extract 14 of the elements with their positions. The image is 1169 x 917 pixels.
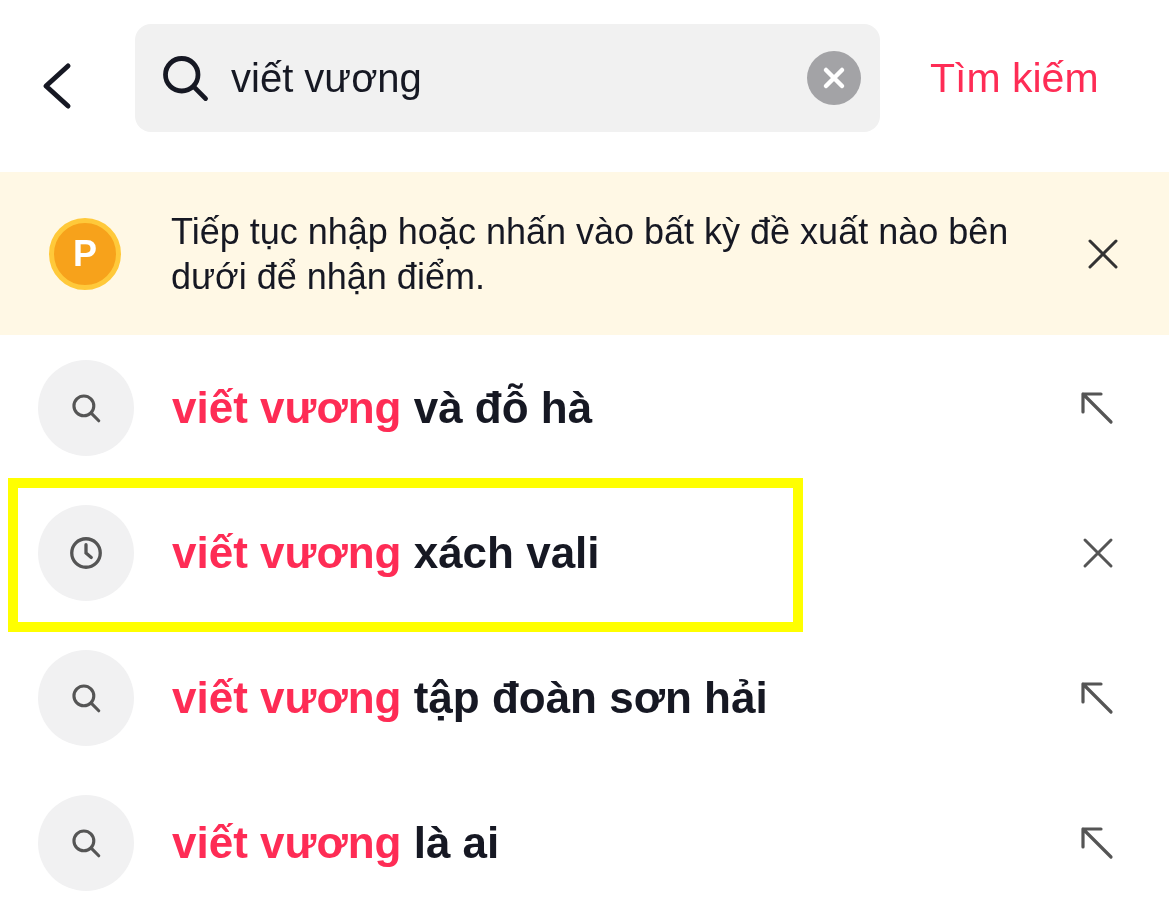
fill-arrow-icon[interactable]	[1080, 390, 1114, 425]
suggestion-item[interactable]: viết vương xách vali	[172, 527, 1082, 578]
remove-icon[interactable]	[1082, 536, 1114, 569]
fill-arrow-icon[interactable]	[1080, 680, 1114, 715]
banner-message: Tiếp tục nhập hoặc nhấn vào bất kỳ đề xuất nào bên dưới để nhận điểm.	[171, 209, 1010, 299]
search-field[interactable]: viết vương	[135, 24, 880, 132]
suggestion-item[interactable]: viết vương là ai	[172, 817, 1080, 868]
close-icon[interactable]	[1087, 237, 1119, 270]
clock-icon	[68, 534, 104, 571]
suggestion-item[interactable]: viết vương tập đoàn sơn hải	[172, 672, 1080, 723]
search-button[interactable]: Tìm kiếm	[930, 54, 1099, 102]
fill-arrow-icon[interactable]	[1080, 825, 1114, 860]
suggestion-item[interactable]: viết vương và đỗ hà	[172, 382, 1080, 433]
points-coin-icon: P	[49, 217, 121, 290]
